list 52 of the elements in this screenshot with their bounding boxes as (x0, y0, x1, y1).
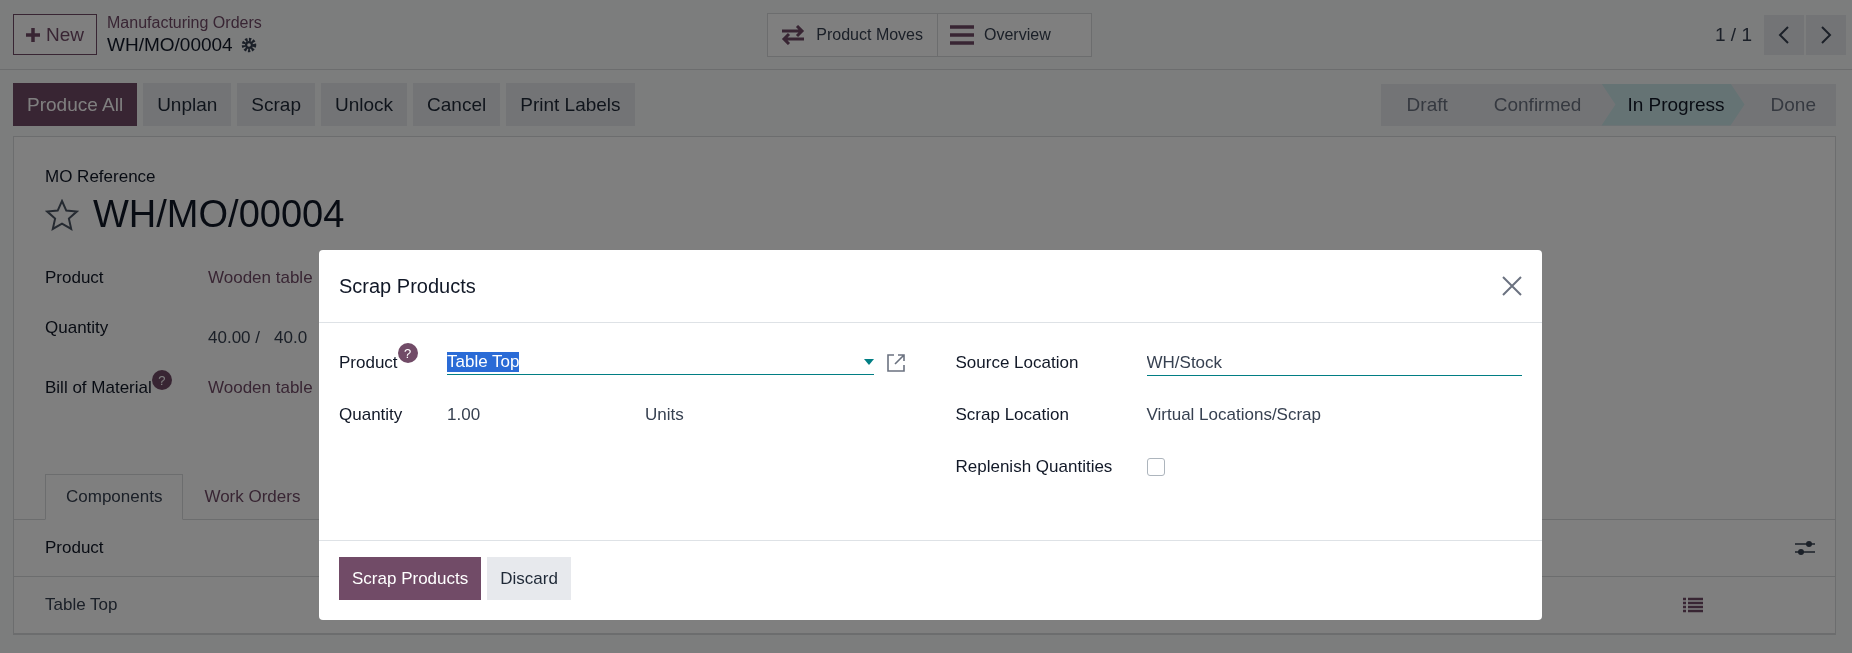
form-tab[interactable]: Components (45, 474, 184, 520)
field-label: Product (339, 353, 398, 373)
sliders-icon[interactable] (1795, 540, 1815, 556)
record-title: WH/MO/00004 (93, 193, 345, 236)
product-select[interactable]: Table Top (447, 351, 874, 375)
field-label: Scrap Location (955, 405, 1069, 425)
caret-icon (863, 358, 874, 365)
star-icon[interactable] (45, 198, 79, 231)
dialog-button[interactable]: Discard (487, 557, 571, 600)
previous-button[interactable] (1764, 14, 1804, 55)
plus-icon (26, 27, 40, 42)
menu-icon (950, 24, 974, 45)
action-button[interactable]: Cancel (413, 83, 501, 126)
action-button[interactable]: Scrap (237, 83, 315, 126)
field-label: Source Location (955, 353, 1079, 373)
swap-arrows-icon (780, 24, 807, 45)
record-name: WH/MO/00004 (107, 33, 233, 56)
help-badge[interactable]: ? (151, 370, 172, 390)
replenish-checkbox[interactable] (1146, 458, 1165, 476)
action-button[interactable]: Produce All (13, 83, 138, 126)
pager-value: 1 / 1 (1715, 23, 1752, 46)
dialog-title: Scrap Products (339, 274, 476, 298)
field-value: 40.00 / (208, 328, 260, 348)
action-button[interactable]: Unlock (321, 83, 408, 126)
next-button[interactable] (1806, 14, 1846, 55)
field-value: 40.0 (274, 328, 308, 348)
chevron-left-icon (1778, 24, 1790, 45)
field-value[interactable]: Wooden table (208, 378, 313, 398)
field-label: MO Reference (45, 167, 157, 187)
column-header: Product (45, 538, 104, 558)
status-stage[interactable]: In Progress (1601, 83, 1745, 126)
field-label: Quantity (339, 405, 403, 425)
field-label: Product (45, 268, 104, 288)
action-button[interactable]: Print Labels (506, 83, 635, 126)
field-label: Bill of Material (45, 378, 152, 398)
action-button[interactable]: Unplan (143, 83, 232, 126)
help-badge[interactable]: ? (397, 343, 418, 363)
breadcrumb-link[interactable]: Manufacturing Orders (107, 13, 262, 32)
form-tab[interactable]: Work Orders (183, 474, 322, 520)
table-cell: Table Top (45, 595, 118, 615)
quantity-value[interactable]: 1.00 (447, 405, 645, 425)
new-button[interactable]: New (13, 14, 97, 55)
unit-label: Units (645, 405, 684, 425)
dialog-button[interactable]: Scrap Products (339, 557, 482, 600)
scrap-location-value: Virtual Locations/Scrap (1146, 405, 1322, 425)
field-value[interactable]: Wooden table (208, 268, 313, 288)
list-icon[interactable] (1683, 597, 1703, 613)
field-label: Quantity (45, 318, 109, 338)
external-link-icon[interactable] (885, 353, 906, 373)
field-label: Replenish Quantities (955, 457, 1113, 477)
gear-icon[interactable] (240, 36, 257, 53)
chevron-right-icon (1820, 24, 1832, 45)
